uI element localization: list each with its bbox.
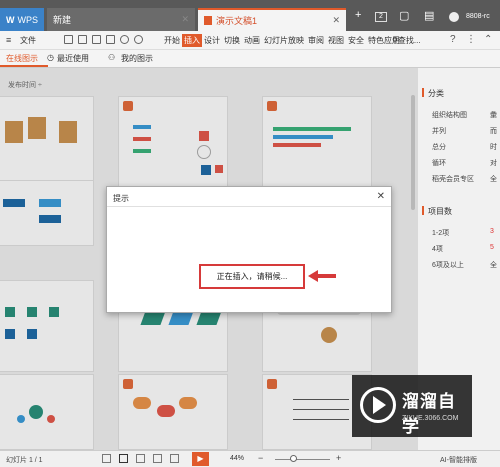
watermark-name: 溜溜自学 — [402, 392, 456, 436]
print-icon[interactable] — [92, 35, 101, 44]
category-item[interactable]: 对 — [490, 158, 497, 168]
dialog-message: 正在插入，请稍候... — [216, 272, 288, 281]
zoom-slider[interactable] — [275, 459, 330, 460]
section-marker — [422, 88, 424, 97]
add-tab-button[interactable]: + — [355, 9, 361, 21]
tab-presentation[interactable]: 演示文稿1 ✕ — [198, 8, 346, 31]
category-item-member[interactable]: 稻壳会员专区 — [432, 174, 474, 184]
count-item[interactable]: 4项 — [432, 244, 443, 254]
avatar[interactable] — [449, 12, 459, 22]
slideshow-view-icon[interactable] — [170, 454, 179, 463]
preview-icon[interactable] — [106, 35, 115, 44]
skin-icon[interactable]: ▢ — [399, 9, 409, 22]
category-item[interactable]: 组织结构图 — [432, 110, 467, 120]
play-button[interactable]: ▶ — [192, 452, 209, 466]
tab-label: 新建 — [53, 15, 72, 25]
category-item[interactable]: 而 — [490, 126, 497, 136]
tab-label: WPS — [17, 14, 39, 25]
category-item[interactable]: 并列 — [432, 126, 446, 136]
zoom-slider-handle[interactable] — [290, 455, 297, 462]
ppt-icon — [204, 16, 212, 25]
tab-security[interactable]: 安全 — [346, 34, 366, 47]
diagram-subtabs: 在线图示 ◷ 最近使用 ⚇ 我的图示 — [0, 50, 500, 68]
category-item[interactable]: 时 — [490, 142, 497, 152]
tab-review[interactable]: 审阅 — [306, 34, 326, 47]
ribbon-tabs: 开始 插入 设计 切换 动画 幻灯片放映 审阅 视图 安全 特色应用 — [162, 34, 402, 47]
tab-new[interactable]: 新建 ✕ — [47, 8, 195, 31]
zoom-in-icon[interactable]: + — [336, 453, 341, 463]
category-item[interactable]: 总分 — [432, 142, 446, 152]
highlight-box: 正在插入，请稍候... — [199, 264, 305, 289]
close-icon[interactable]: ✕ — [377, 191, 385, 202]
normal-view-icon[interactable] — [119, 454, 128, 463]
close-icon[interactable]: ✕ — [181, 14, 189, 25]
count-item[interactable]: 全 — [490, 260, 497, 270]
tab-insert[interactable]: 插入 — [182, 34, 202, 47]
more-icon[interactable]: ⋮ — [466, 34, 476, 45]
redo-icon[interactable] — [134, 35, 143, 44]
clock-icon: ◷ — [47, 53, 54, 62]
tab-online-diagrams[interactable]: 在线图示 — [6, 53, 38, 64]
tab-animation[interactable]: 动画 — [242, 34, 262, 47]
category-item[interactable]: 全 — [490, 174, 497, 184]
user-icon: ⚇ — [108, 53, 116, 62]
active-tab-indicator — [0, 65, 48, 67]
count-item[interactable]: 3 — [490, 228, 494, 235]
window-count-badge[interactable]: 2 — [375, 12, 387, 22]
hamburger-icon[interactable]: ≡ — [6, 35, 11, 45]
category-item[interactable]: 循环 — [432, 158, 446, 168]
tab-view[interactable]: 视图 — [326, 34, 346, 47]
dialog-title: 提示 — [113, 194, 129, 203]
wps-logo-icon: W — [6, 14, 15, 25]
tab-my-diagrams[interactable]: 我的图示 — [121, 53, 153, 64]
count-item[interactable]: 6项及以上 — [432, 260, 464, 270]
user-name[interactable]: 8808-rc — [466, 13, 490, 20]
message-icon[interactable]: ▤ — [424, 9, 434, 22]
search-button[interactable]: ⚲查找... — [392, 35, 421, 46]
undo-icon[interactable] — [120, 35, 129, 44]
tab-start[interactable]: 开始 — [162, 34, 182, 47]
category-item[interactable]: 彙 — [490, 110, 497, 120]
zoom-level[interactable]: 44% — [230, 455, 244, 462]
sorter-view-icon[interactable] — [136, 454, 145, 463]
close-icon[interactable]: ✕ — [332, 15, 340, 26]
count-title: 项目数 — [428, 207, 452, 216]
tab-label: 演示文稿1 — [216, 16, 258, 26]
tab-transition[interactable]: 切换 — [222, 34, 242, 47]
notes-icon[interactable] — [102, 454, 111, 463]
watermark-url: ZIXUE.3066.COM — [402, 415, 459, 422]
help-icon[interactable]: ? — [450, 34, 456, 45]
progress-dialog: 提示 ✕ 正在插入，请稍候... — [106, 186, 392, 313]
arrow-left-icon — [308, 270, 336, 282]
tab-design[interactable]: 设计 — [202, 34, 222, 47]
open-icon[interactable] — [78, 35, 87, 44]
count-item[interactable]: 5 — [490, 244, 494, 251]
play-icon — [373, 396, 386, 414]
reading-view-icon[interactable] — [153, 454, 162, 463]
save-icon[interactable] — [64, 35, 73, 44]
category-title: 分类 — [428, 89, 444, 98]
count-item[interactable]: 1-2项 — [432, 228, 449, 238]
ai-layout-button[interactable]: AI-智能排版 — [440, 455, 477, 465]
tab-slideshow[interactable]: 幻灯片放映 — [262, 34, 306, 47]
divider — [107, 206, 391, 207]
collapse-icon[interactable]: ⌃ — [484, 34, 492, 45]
slide-counter: 幻灯片 1 / 1 — [6, 457, 43, 464]
section-marker — [422, 206, 424, 215]
tab-wps[interactable]: W WPS — [0, 8, 44, 31]
tab-recent[interactable]: 最近使用 — [57, 53, 89, 64]
zoom-out-icon[interactable]: − — [258, 453, 263, 463]
menu-bar: ≡ 文件 开始 插入 设计 切换 动画 幻灯片放映 审阅 视图 安全 特色应用 … — [0, 31, 500, 50]
title-bar: W WPS 新建 ✕ 演示文稿1 ✕ + 2 ▢ ▤ 8808-rc — [0, 0, 500, 31]
status-bar: 幻灯片 1 / 1 ▶ 44% − + AI-智能排版 — [0, 450, 500, 467]
file-menu[interactable]: 文件 — [20, 35, 36, 46]
watermark: 溜溜自学 ZIXUE.3066.COM — [352, 375, 472, 437]
